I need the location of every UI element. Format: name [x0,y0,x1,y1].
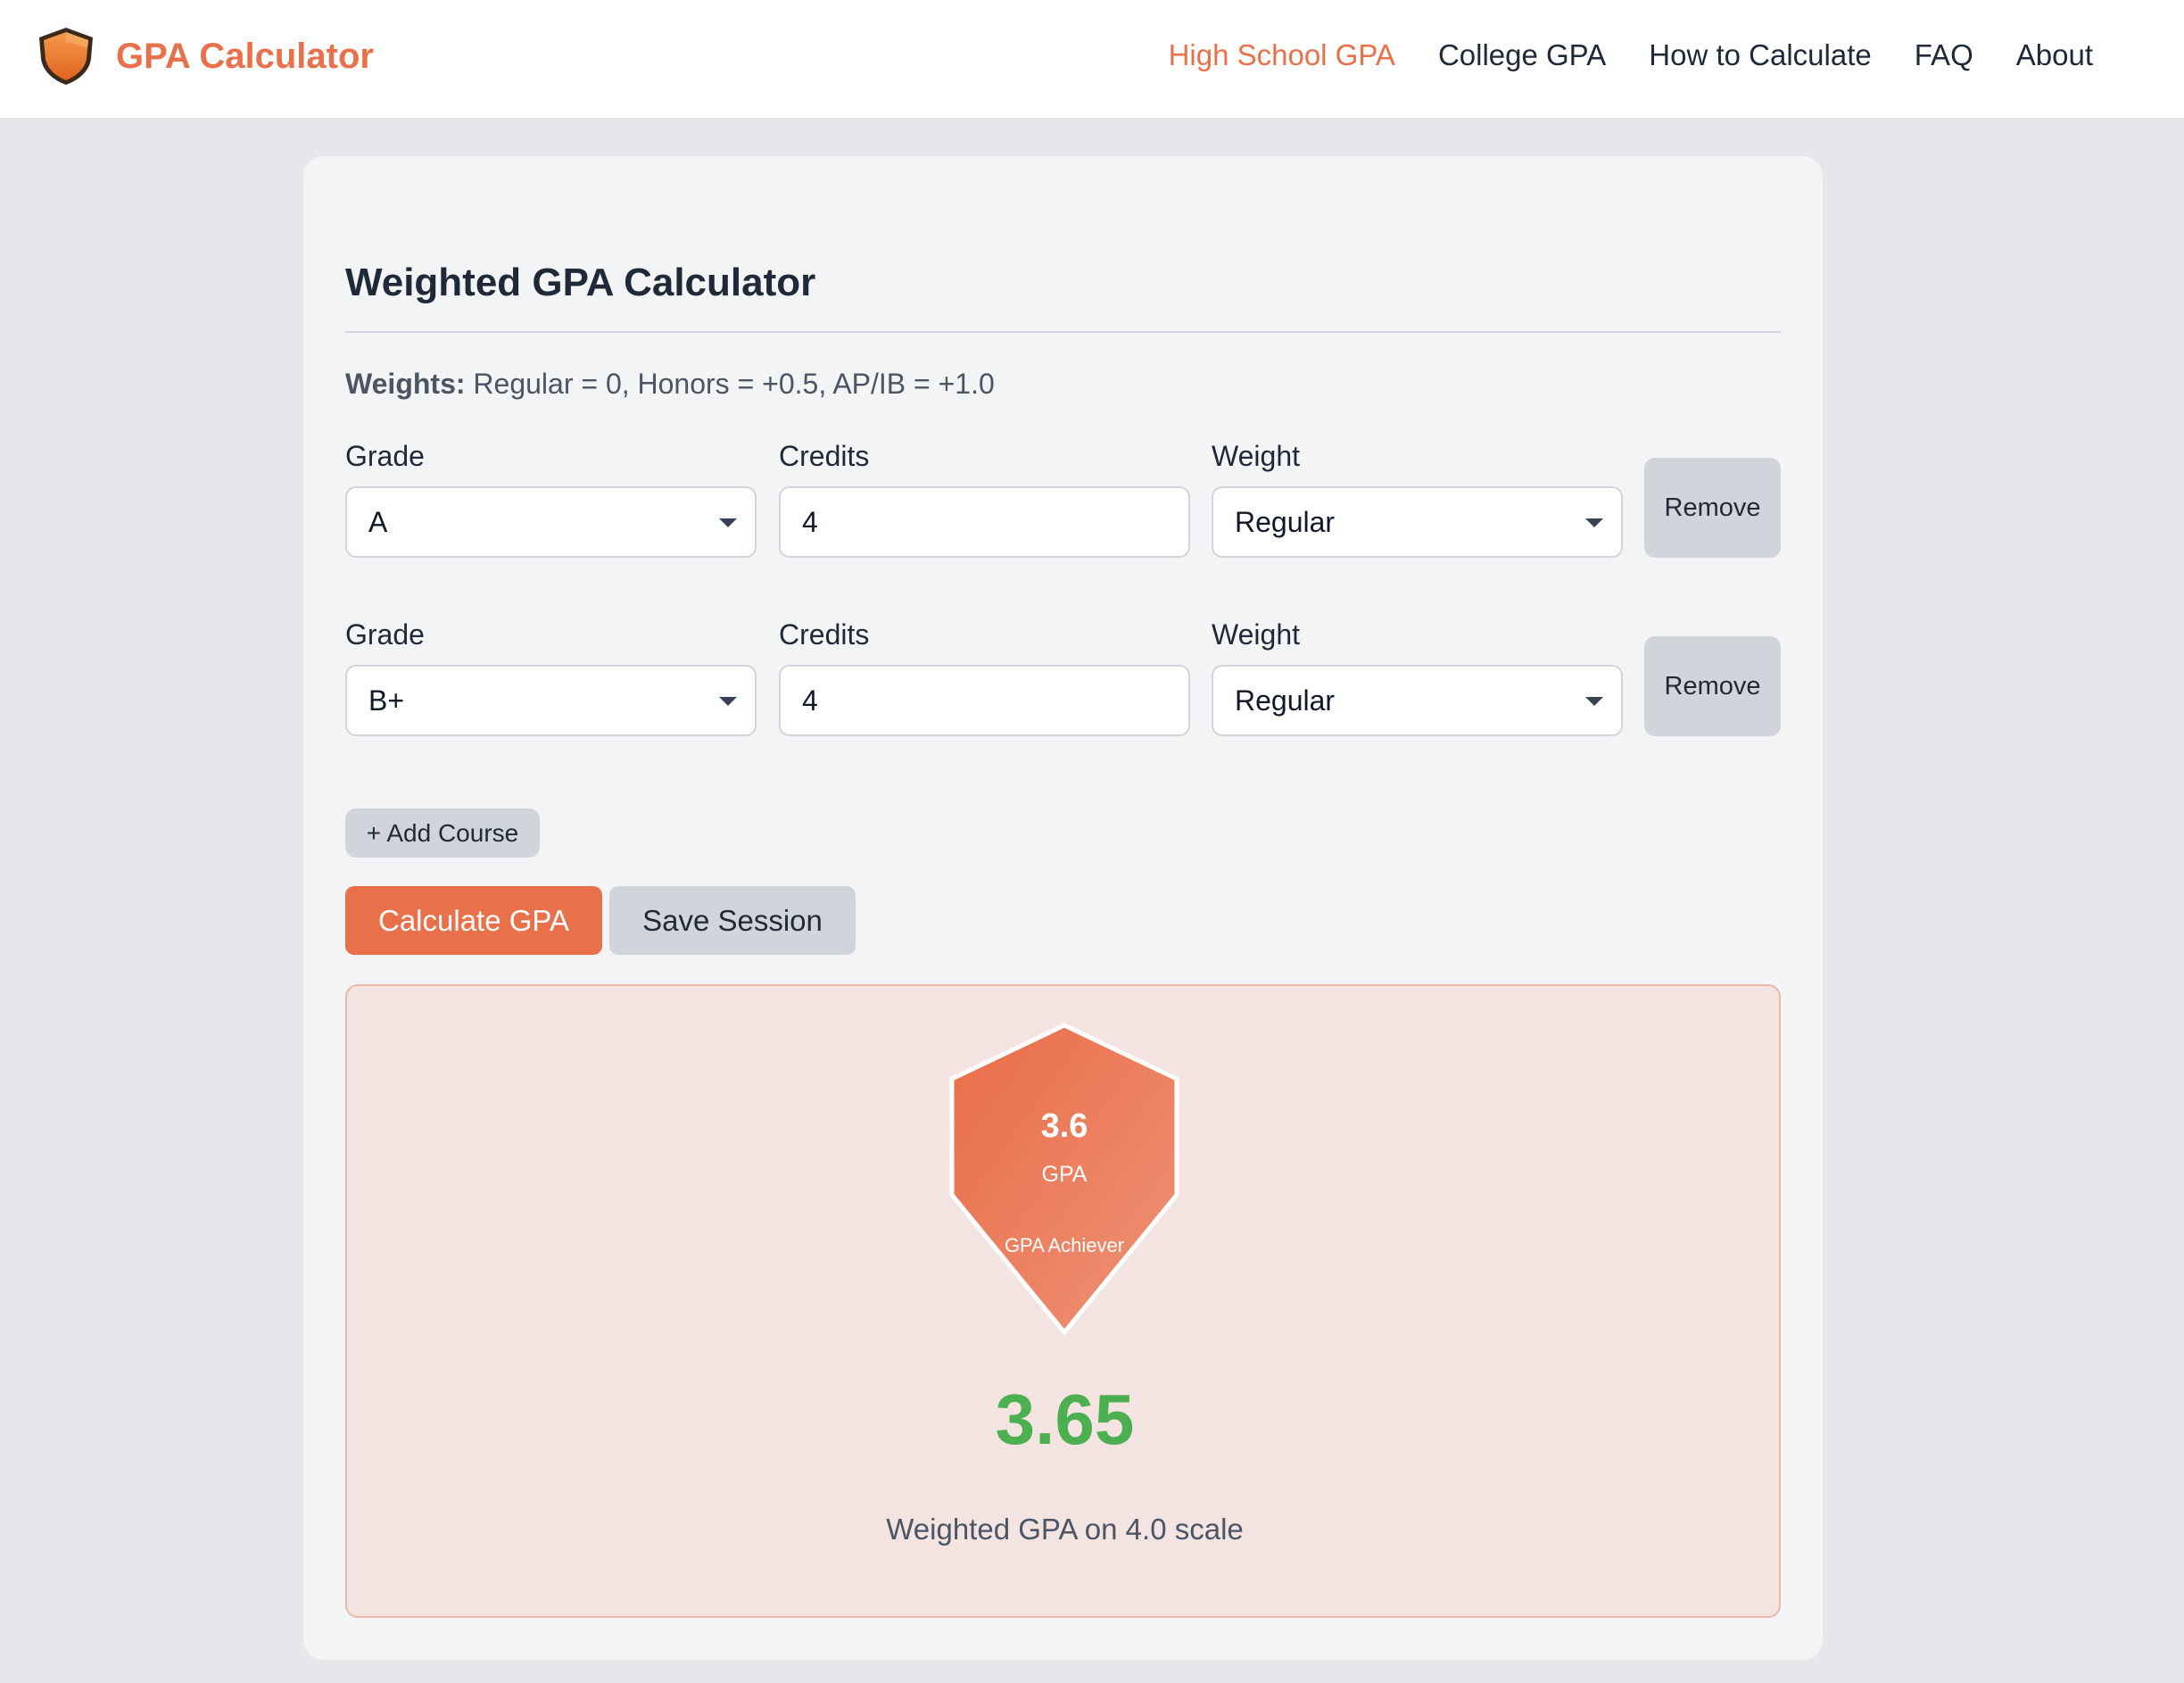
grade-value: B+ [368,684,405,717]
course-row: Grade A Credits 4 Weight Regular Remove [345,438,1781,563]
nav-about[interactable]: About [2016,37,2093,73]
add-course-button[interactable]: + Add Course [345,808,540,858]
credits-field: Credits 4 [779,617,1190,736]
gpa-result-value: 3.65 [995,1380,1135,1459]
caret-down-icon [719,697,737,706]
shield-icon [39,28,93,85]
credits-field: Credits 4 [779,438,1190,558]
remove-course-button[interactable]: Remove [1644,458,1781,558]
site-header: GPA Calculator High School GPA College G… [0,0,2184,118]
weight-field: Weight Regular [1212,438,1623,558]
grade-label: Grade [345,440,425,472]
course-row: Grade B+ Credits 4 Weight Regular Remove [345,617,1781,742]
title-divider [345,331,1781,333]
weight-label: Weight [1212,440,1301,472]
nav-high-school-gpa[interactable]: High School GPA [1169,37,1395,73]
caret-down-icon [1585,697,1603,706]
credits-value: 4 [802,684,818,717]
nav-college-gpa[interactable]: College GPA [1438,37,1606,73]
grade-label: Grade [345,618,425,651]
weight-select[interactable]: Regular [1212,665,1623,736]
weight-field: Weight Regular [1212,617,1623,736]
calculator-card: Weighted GPA Calculator Weights: Regular… [303,156,1823,1660]
badge-gpa-value: 3.6 [1040,1107,1088,1145]
weight-value: Regular [1235,506,1336,538]
brand-logo[interactable]: GPA Calculator [36,25,374,87]
credits-label: Credits [779,618,870,651]
brand-name: GPA Calculator [116,36,374,76]
credits-label: Credits [779,440,870,472]
weights-label: Weights: [345,368,466,400]
calculate-gpa-button[interactable]: Calculate GPA [345,886,602,955]
weight-label: Weight [1212,618,1301,651]
result-panel: 3.6 GPA GPA Achiever 3.65 Weighted GPA o… [345,984,1781,1618]
gpa-badge: 3.6 GPA GPA Achiever [945,1020,1184,1341]
credits-input[interactable]: 4 [779,665,1190,736]
nav-how-to-calculate[interactable]: How to Calculate [1649,37,1871,73]
grade-field: Grade A [345,438,757,558]
credits-input[interactable]: 4 [779,486,1190,558]
grade-select[interactable]: B+ [345,665,757,736]
weights-text: Regular = 0, Honors = +0.5, AP/IB = +1.0 [465,368,995,400]
gpa-result-description: Weighted GPA on 4.0 scale [886,1513,1244,1546]
grade-value: A [368,506,388,538]
caret-down-icon [1585,518,1603,527]
weight-select[interactable]: Regular [1212,486,1623,558]
grade-select[interactable]: A [345,486,757,558]
grade-field: Grade B+ [345,617,757,736]
page-title: Weighted GPA Calculator [345,261,816,304]
save-session-button[interactable]: Save Session [609,886,856,955]
badge-caption: GPA Achiever [1004,1234,1125,1256]
caret-down-icon [719,518,737,527]
badge-gpa-unit: GPA [1041,1162,1088,1187]
main-nav: High School GPA College GPA How to Calcu… [1126,37,2093,73]
weights-info: Weights: Regular = 0, Honors = +0.5, AP/… [345,368,995,401]
remove-course-button[interactable]: Remove [1644,636,1781,736]
credits-value: 4 [802,506,818,538]
nav-faq[interactable]: FAQ [1915,37,1973,73]
weight-value: Regular [1235,684,1336,717]
